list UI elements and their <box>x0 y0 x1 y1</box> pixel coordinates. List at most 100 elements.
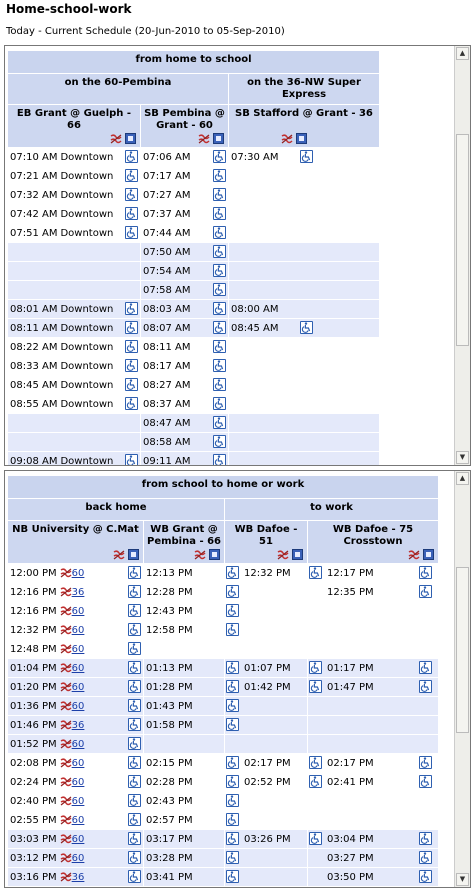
time-cell: 02:08 PM 60 <box>8 754 143 772</box>
map-icon[interactable] <box>423 549 434 560</box>
route-link[interactable]: 60 <box>72 758 85 769</box>
time-cell: 03:03 PM 60 <box>8 830 143 848</box>
time-cell: 03:50 PM <box>308 868 438 886</box>
time-cell: 01:17 PM <box>308 659 438 677</box>
route-link[interactable]: 60 <box>72 739 85 750</box>
departure-time: 07:58 AM <box>143 284 191 296</box>
no-service-icon[interactable] <box>113 549 125 560</box>
departure-time: 02:43 PM <box>146 795 193 807</box>
destination-label: Downtown <box>60 398 114 410</box>
time-cell <box>8 414 140 432</box>
school-to-home-table: from school to home or work back home to… <box>7 475 439 887</box>
vertical-scrollbar[interactable]: ▲ ▼ <box>454 46 470 465</box>
wheelchair-accessible-icon <box>309 756 322 769</box>
map-icon[interactable] <box>292 549 303 560</box>
departure-time: 01:13 PM <box>146 662 193 674</box>
route-link[interactable]: 60 <box>72 625 85 636</box>
time-cell: 08:17 AM <box>141 357 228 375</box>
time-cell <box>229 452 379 465</box>
time-cell: 02:17 PM <box>225 754 307 772</box>
wheelchair-accessible-icon <box>213 188 226 201</box>
time-cell: 07:27 AM <box>141 186 228 204</box>
no-service-icon[interactable] <box>110 133 122 144</box>
route-link[interactable]: 60 <box>72 663 85 674</box>
departure-time: 03:28 PM <box>146 852 193 864</box>
route-link[interactable]: 36 <box>72 587 85 598</box>
wheelchair-accessible-icon <box>128 642 141 655</box>
destination-label: Downtown <box>60 455 114 466</box>
stop-name: WB Dafoe - 75 Crosstown <box>332 524 414 547</box>
time-cell: 02:24 PM 60 <box>8 773 143 791</box>
map-icon[interactable] <box>296 133 307 144</box>
departure-time: 01:47 PM <box>327 681 374 693</box>
wheelchair-accessible-icon <box>226 851 239 864</box>
vertical-scrollbar[interactable]: ▲ ▼ <box>454 471 470 887</box>
stop-header: WB Dafoe - 75 Crosstown <box>308 521 438 563</box>
departure-time: 01:17 PM <box>327 662 374 674</box>
map-icon[interactable] <box>213 133 224 144</box>
time-cell <box>225 640 307 658</box>
time-cell <box>229 243 379 261</box>
stop-header: WB Dafoe - 51 <box>225 521 307 563</box>
stop-name: WB Dafoe - 51 <box>234 524 298 547</box>
wheelchair-accessible-icon <box>213 397 226 410</box>
table-title: from school to home or work <box>8 476 438 498</box>
scroll-down-icon[interactable]: ▼ <box>456 451 469 464</box>
route-link[interactable]: 60 <box>72 682 85 693</box>
stop-header: NB University @ C.Mat <box>8 521 143 563</box>
wheelchair-accessible-icon <box>128 737 141 750</box>
map-icon[interactable] <box>125 133 136 144</box>
no-service-icon[interactable] <box>408 549 420 560</box>
route-link[interactable]: 60 <box>72 701 85 712</box>
route-link[interactable]: 60 <box>72 815 85 826</box>
wheelchair-accessible-icon <box>128 775 141 788</box>
wheelchair-accessible-icon <box>128 604 141 617</box>
wheelchair-accessible-icon <box>128 851 141 864</box>
time-cell <box>229 281 379 299</box>
scroll-down-icon[interactable]: ▼ <box>456 873 469 886</box>
wheelchair-accessible-icon <box>128 832 141 845</box>
time-cell <box>8 281 140 299</box>
wheelchair-accessible-icon <box>213 302 226 315</box>
route-link[interactable]: 36 <box>72 720 85 731</box>
table-row: 07:50 AM <box>8 243 379 261</box>
no-service-icon[interactable] <box>281 133 293 144</box>
route-link[interactable]: 60 <box>72 796 85 807</box>
departure-time: 09:11 AM <box>143 455 191 466</box>
time-cell <box>308 716 438 734</box>
scroll-up-icon[interactable]: ▲ <box>456 472 469 485</box>
route-link[interactable]: 60 <box>72 568 85 579</box>
wheelchair-accessible-icon <box>226 813 239 826</box>
table-row: 12:32 PM 60 12:58 PM <box>8 621 438 639</box>
no-service-icon <box>60 852 72 863</box>
stop-name: WB Grant @ Pembina - 66 <box>146 524 221 547</box>
time-cell: 07:30 AM <box>229 148 379 166</box>
wheelchair-accessible-icon <box>128 794 141 807</box>
scroll-up-icon[interactable]: ▲ <box>456 47 469 60</box>
scrollbar-thumb[interactable] <box>456 567 469 733</box>
table-row: 01:52 PM 60 <box>8 735 438 753</box>
no-service-icon[interactable] <box>198 133 210 144</box>
departure-time: 08:27 AM <box>143 379 191 391</box>
route-link[interactable]: 36 <box>72 872 85 883</box>
wheelchair-accessible-icon <box>419 566 432 579</box>
no-service-icon[interactable] <box>194 549 206 560</box>
route-link[interactable]: 60 <box>72 606 85 617</box>
route-link[interactable]: 60 <box>72 834 85 845</box>
departure-time: 08:22 AM <box>10 341 58 353</box>
table-row: 12:48 PM 60 <box>8 640 438 658</box>
map-icon[interactable] <box>128 549 139 560</box>
time-cell <box>225 868 307 886</box>
destination-label: Downtown <box>60 208 114 220</box>
time-cell: 12:48 PM 60 <box>8 640 143 658</box>
scrollbar-thumb[interactable] <box>456 134 469 346</box>
route-link[interactable]: 60 <box>72 777 85 788</box>
no-service-icon[interactable] <box>277 549 289 560</box>
route-link[interactable]: 60 <box>72 644 85 655</box>
time-cell: 02:57 PM <box>144 811 224 829</box>
time-cell <box>225 621 307 639</box>
table-row: 03:12 PM 60 03:28 PM 03:27 PM <box>8 849 438 867</box>
map-icon[interactable] <box>209 549 220 560</box>
time-cell: 07:32 AM Downtown <box>8 186 140 204</box>
route-link[interactable]: 60 <box>72 853 85 864</box>
